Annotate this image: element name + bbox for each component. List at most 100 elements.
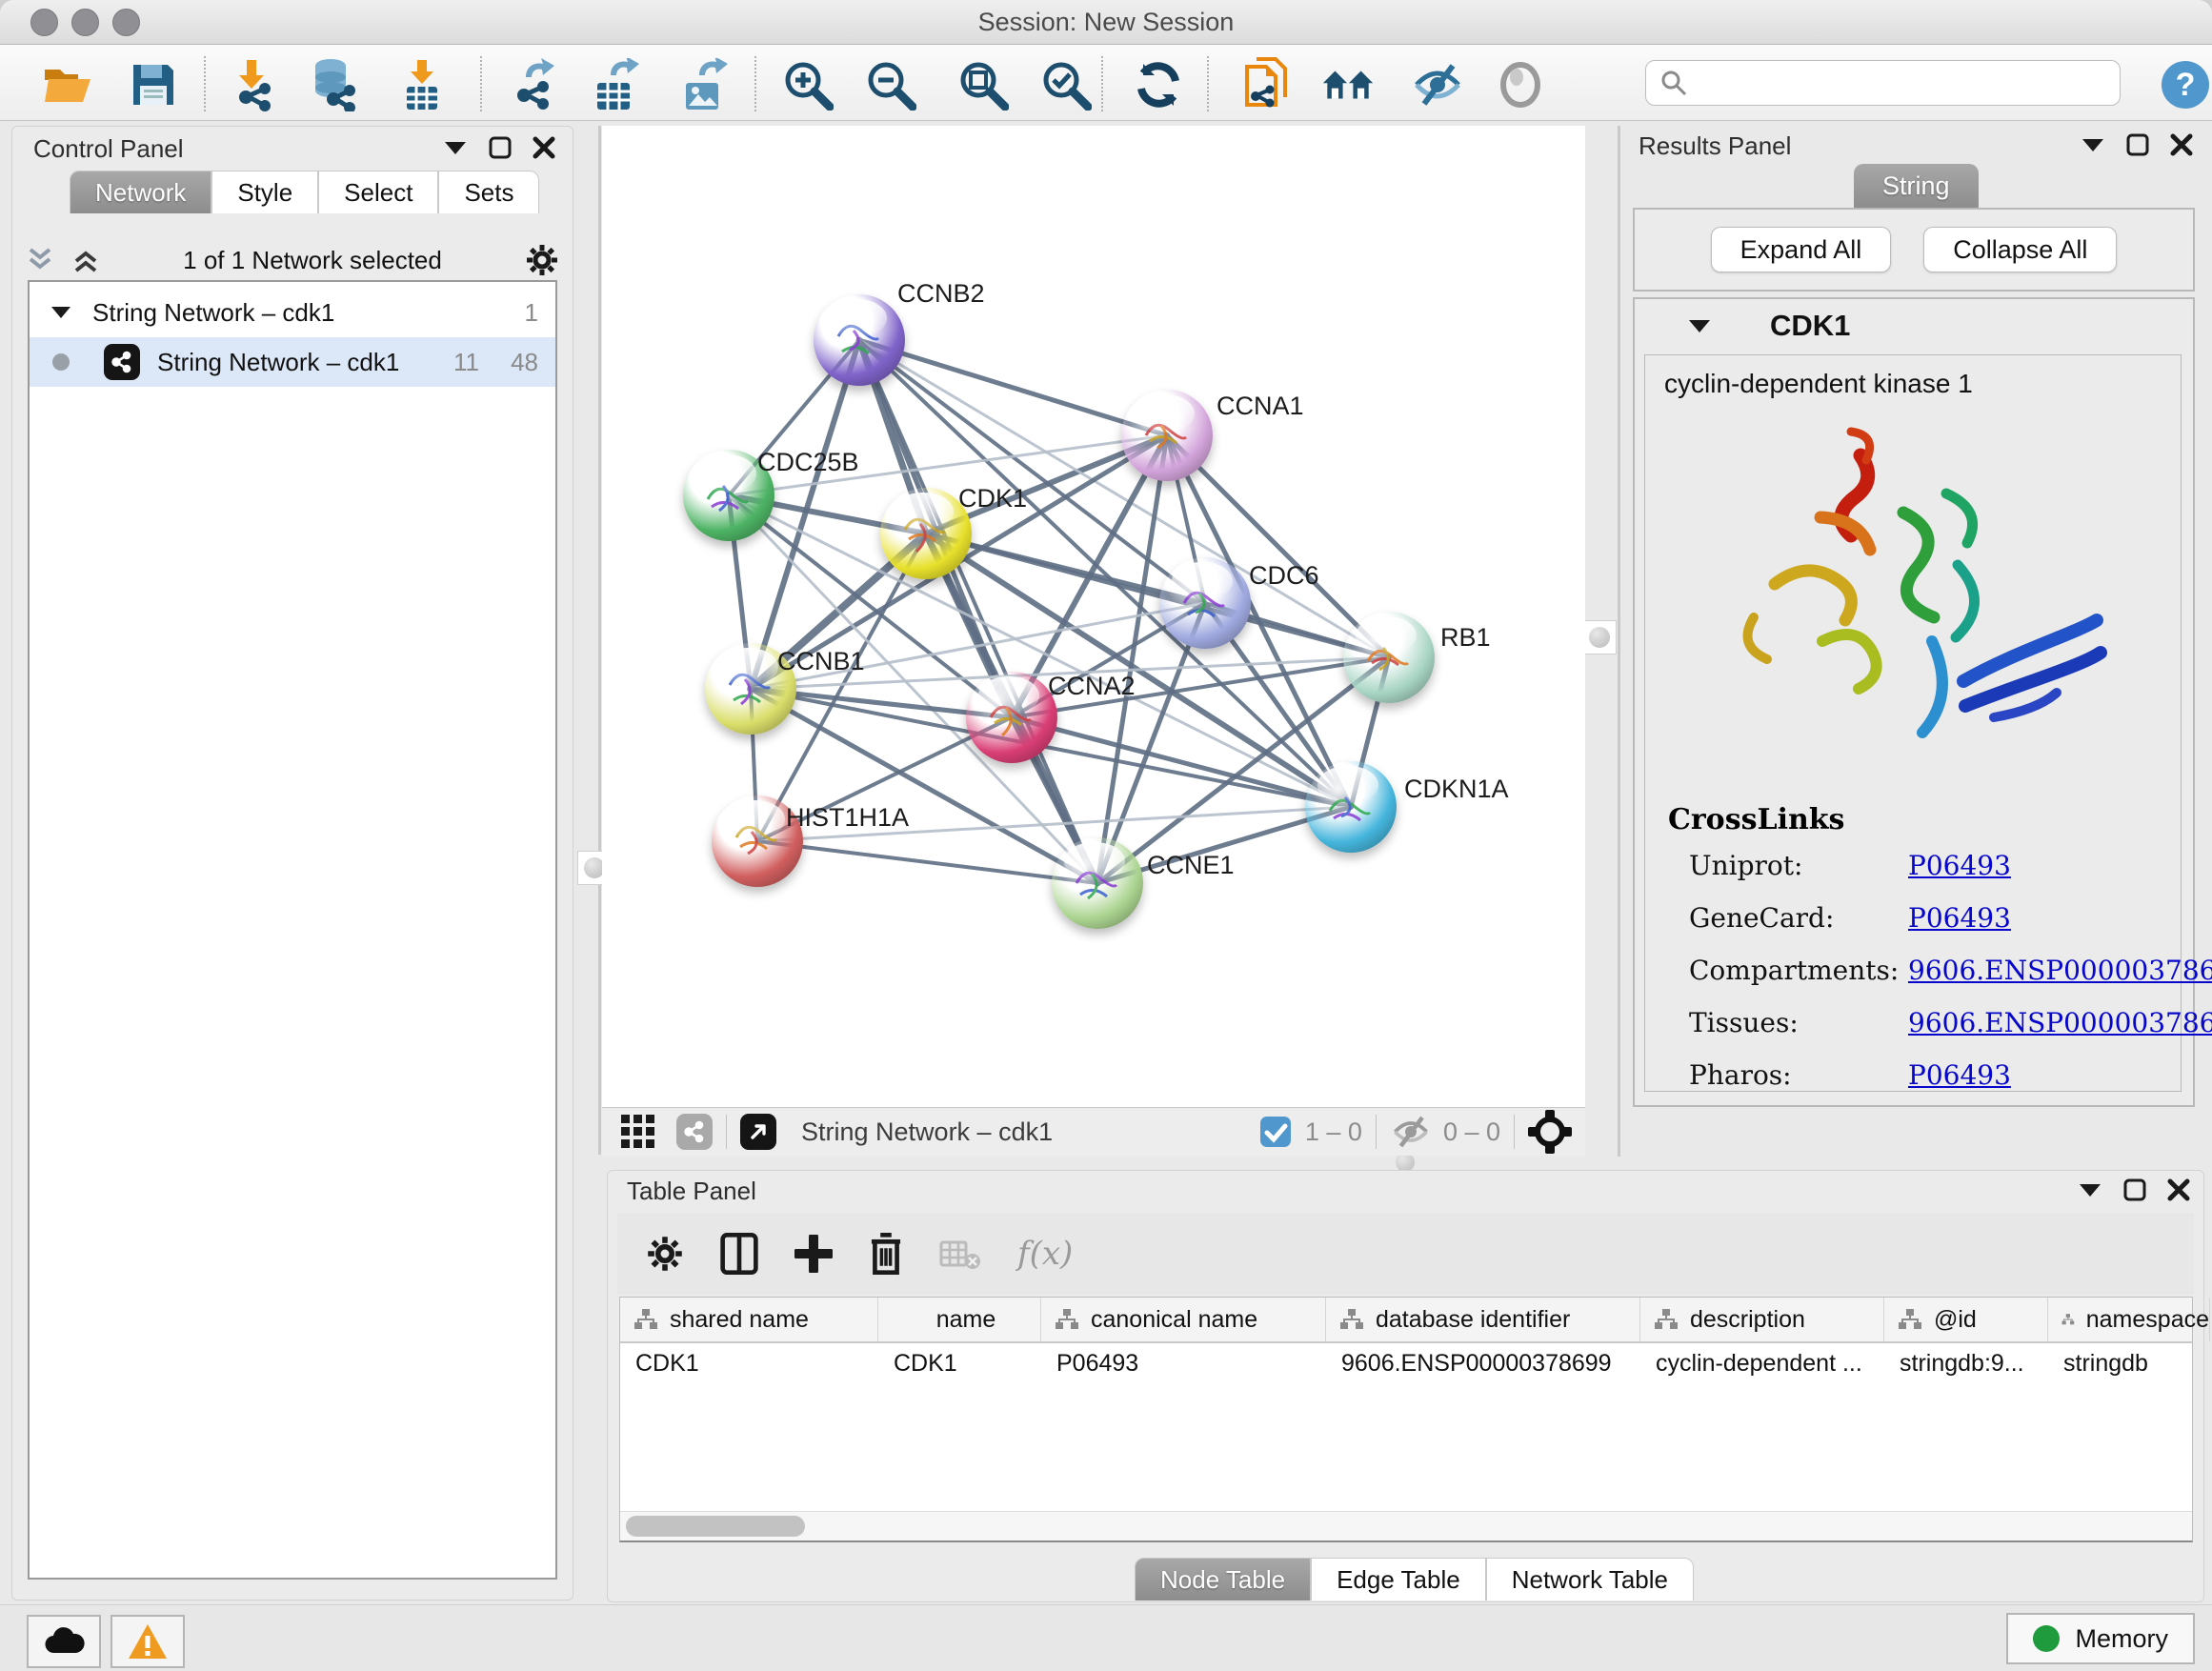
network-collection-row[interactable]: String Network – cdk1 1 xyxy=(30,288,555,337)
tab-select[interactable]: Select xyxy=(318,171,438,213)
table-cell[interactable]: stringdb:9... xyxy=(1884,1343,2048,1383)
column-header-description[interactable]: description xyxy=(1640,1298,1884,1341)
hide-eye-button[interactable] xyxy=(1411,58,1464,111)
column-header-namespace[interactable]: namespace xyxy=(2048,1298,2210,1341)
birds-eye-view-icon[interactable] xyxy=(740,1114,776,1150)
import-table-button[interactable] xyxy=(395,58,449,111)
table-cell[interactable]: CDK1 xyxy=(878,1343,1041,1383)
left-splitter[interactable] xyxy=(598,126,601,1155)
crosslink-link[interactable]: 9606.ENSP00000378699 xyxy=(1908,1007,2212,1038)
select-columns-icon[interactable] xyxy=(720,1233,758,1275)
float-panel-icon[interactable] xyxy=(2126,133,2149,156)
table-cell[interactable]: stringdb xyxy=(2048,1343,2210,1383)
tree-expand-icon[interactable] xyxy=(50,306,71,319)
tab-edge-table[interactable]: Edge Table xyxy=(1311,1558,1486,1601)
zoom-fit-button[interactable] xyxy=(956,58,1010,111)
network-node-CCNA2[interactable] xyxy=(966,672,1057,763)
column-header-@id[interactable]: @id xyxy=(1884,1298,2048,1341)
export-table-button[interactable] xyxy=(589,58,642,111)
cloud-icon xyxy=(43,1626,85,1657)
save-session-button[interactable] xyxy=(127,58,180,111)
hidden-eye-icon xyxy=(1390,1115,1432,1149)
collapse-all-button[interactable]: Collapse All xyxy=(1923,227,2117,272)
help-button[interactable]: ? xyxy=(2159,58,2212,111)
import-table-icon xyxy=(401,58,443,111)
column-header-name[interactable]: name xyxy=(878,1298,1041,1341)
panel-menu-icon[interactable] xyxy=(443,140,468,155)
column-header-shared-name[interactable]: shared name xyxy=(620,1298,878,1341)
import-database-button[interactable] xyxy=(306,58,359,111)
refresh-button[interactable] xyxy=(1132,58,1185,111)
bottom-splitter-handle[interactable] xyxy=(1389,1157,1421,1168)
selected-checkbox-icon[interactable] xyxy=(1259,1116,1292,1148)
zoom-out-button[interactable] xyxy=(864,58,917,111)
collapse-card-icon[interactable] xyxy=(1688,319,1711,333)
crosslink-link[interactable]: P06493 xyxy=(1908,1059,2011,1091)
close-panel-icon[interactable] xyxy=(533,136,555,159)
network-node-RB1[interactable] xyxy=(1343,612,1435,703)
tab-style[interactable]: Style xyxy=(211,171,318,213)
network-node-CDC6[interactable] xyxy=(1159,557,1251,649)
home-button[interactable] xyxy=(1321,58,1375,111)
export-image-button[interactable] xyxy=(677,58,731,111)
eye-button[interactable] xyxy=(1494,58,1547,111)
search-input[interactable] xyxy=(1698,69,2120,97)
network-node-CCNE1[interactable] xyxy=(1052,837,1143,929)
collapse-all-icon[interactable] xyxy=(26,246,54,274)
copy-network-button[interactable] xyxy=(1239,58,1293,111)
close-panel-icon[interactable] xyxy=(2167,1178,2190,1201)
add-column-icon[interactable] xyxy=(794,1235,833,1273)
import-network-button[interactable] xyxy=(224,58,277,111)
network-node-CCNA1[interactable] xyxy=(1121,390,1213,481)
expand-all-icon[interactable] xyxy=(71,246,100,274)
warnings-button[interactable] xyxy=(111,1615,185,1668)
horizontal-scrollbar[interactable] xyxy=(620,1511,2192,1540)
zoom-selected-button[interactable] xyxy=(1039,58,1093,111)
scrollbar-thumb[interactable] xyxy=(626,1516,805,1537)
column-header-canonical-name[interactable]: canonical name xyxy=(1041,1298,1326,1341)
network-canvas[interactable]: CCNB2 CCNA1 CDC25B CDK1 CDC6 RB1 xyxy=(602,126,1585,1107)
protein-details: cyclin-dependent kinase 1 xyxy=(1644,354,2182,1092)
grid-view-icon[interactable] xyxy=(619,1113,657,1151)
table-cell[interactable]: cyclin-dependent ... xyxy=(1640,1343,1884,1383)
protein-card-header[interactable]: CDK1 xyxy=(1635,299,2193,352)
float-panel-icon[interactable] xyxy=(489,136,512,159)
help-icon: ? xyxy=(2160,59,2211,111)
export-network-button[interactable] xyxy=(506,58,559,111)
delete-column-icon[interactable] xyxy=(869,1233,903,1275)
tab-node-table[interactable]: Node Table xyxy=(1135,1558,1311,1601)
tab-network[interactable]: Network xyxy=(70,171,211,213)
panel-menu-icon[interactable] xyxy=(2081,137,2105,152)
automation-cloud-button[interactable] xyxy=(27,1615,101,1668)
network-status-dot xyxy=(52,353,70,371)
table-cell[interactable]: CDK1 xyxy=(620,1343,878,1383)
tab-network-table[interactable]: Network Table xyxy=(1486,1558,1694,1601)
table-row[interactable]: CDK1CDK1P064939606.ENSP00000378699cyclin… xyxy=(620,1343,2192,1383)
crosslink-link[interactable]: P06493 xyxy=(1908,902,2011,934)
network-node-CDKN1A[interactable] xyxy=(1305,761,1397,853)
panel-menu-icon[interactable] xyxy=(2078,1182,2102,1198)
table-cell[interactable]: P06493 xyxy=(1041,1343,1326,1383)
tab-string[interactable]: String xyxy=(1854,164,1979,208)
search-box[interactable] xyxy=(1645,60,2121,106)
open-session-button[interactable] xyxy=(41,58,94,111)
right-splitter-handle[interactable] xyxy=(1582,620,1617,654)
network-row-selected[interactable]: String Network – cdk1 11 48 xyxy=(30,337,555,387)
network-share-icon[interactable] xyxy=(676,1114,713,1150)
crosslink-link[interactable]: P06493 xyxy=(1908,850,2011,881)
node-table[interactable]: shared namenamecanonical namedatabase id… xyxy=(619,1297,2193,1542)
navigator-crosshair-icon[interactable] xyxy=(1528,1110,1572,1154)
network-node-CCNB2[interactable] xyxy=(814,294,905,386)
column-header-database-identifier[interactable]: database identifier xyxy=(1326,1298,1640,1341)
zoom-in-button[interactable] xyxy=(781,58,835,111)
table-settings-gear-icon[interactable] xyxy=(646,1235,684,1273)
memory-button[interactable]: Memory xyxy=(2006,1613,2195,1664)
float-panel-icon[interactable] xyxy=(2123,1178,2146,1201)
close-panel-icon[interactable] xyxy=(2170,133,2193,156)
gear-icon[interactable] xyxy=(525,243,559,277)
table-cell[interactable]: 9606.ENSP00000378699 xyxy=(1326,1343,1640,1383)
crosslink-link[interactable]: 9606.ENSP00000378699 xyxy=(1908,955,2212,986)
expand-all-button[interactable]: Expand All xyxy=(1711,227,1892,272)
tab-sets[interactable]: Sets xyxy=(438,171,539,213)
right-splitter[interactable] xyxy=(1618,126,1620,1157)
